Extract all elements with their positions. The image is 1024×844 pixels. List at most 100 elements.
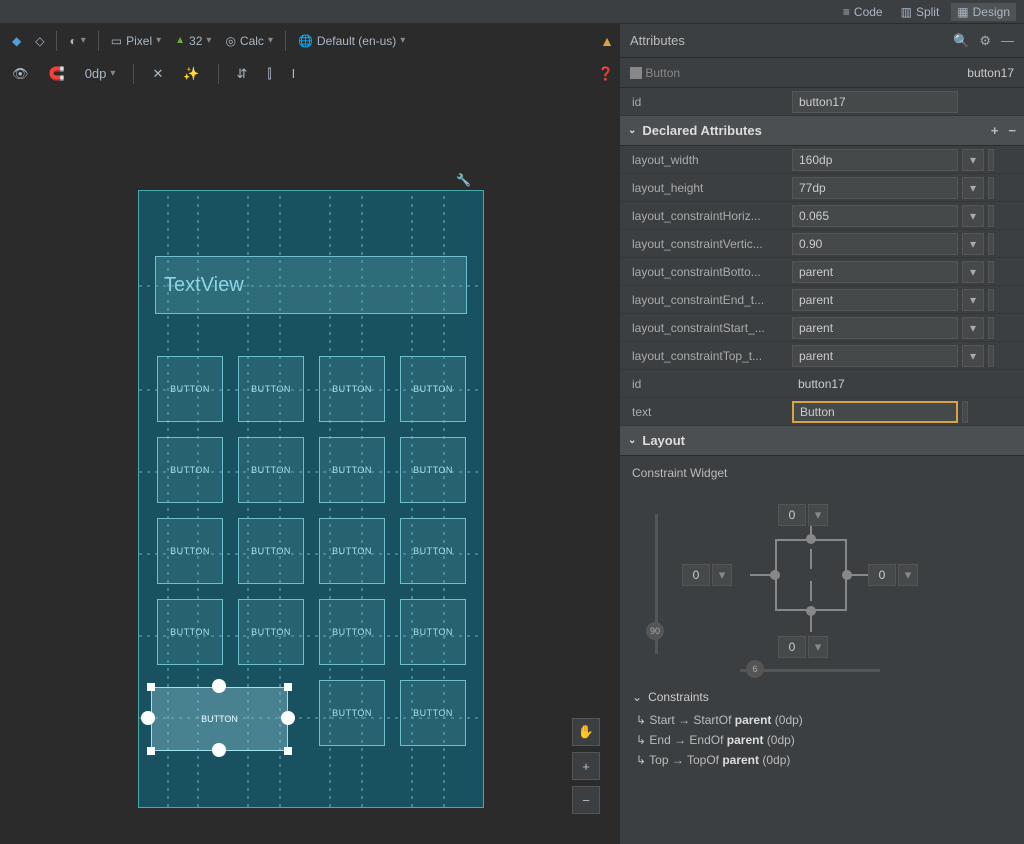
button-widget[interactable]: BUTTON: [400, 599, 466, 665]
dropdown-icon[interactable]: ▾: [962, 233, 984, 255]
attr-label: layout_constraintHoriz...: [632, 209, 792, 223]
design-toolbar-2: 👁 🧲 0dp ▾ ✕ ✨ ⇵ ⫿ I ❓: [0, 58, 620, 90]
device-dropdown[interactable]: ▭ Pixel ▾: [105, 30, 167, 52]
tab-design[interactable]: ▦ Design: [951, 3, 1016, 21]
attr-label: layout_constraintEnd_t...: [632, 293, 792, 307]
remove-attribute-icon[interactable]: −: [1008, 123, 1016, 138]
button-widget[interactable]: BUTTON: [238, 518, 304, 584]
guidelines-icon[interactable]: I: [286, 62, 302, 85]
infer-constraints-icon[interactable]: ✨: [177, 62, 205, 86]
zoom-out-icon[interactable]: −: [572, 786, 600, 814]
button-widget[interactable]: BUTTON: [319, 437, 385, 503]
chevron-down-icon[interactable]: ▾: [712, 564, 732, 586]
default-margin-dropdown[interactable]: 0dp ▾: [79, 62, 122, 85]
attr-value-input[interactable]: [792, 401, 958, 423]
constraints-subheader[interactable]: ⌄ Constraints: [620, 684, 1024, 710]
attr-flag[interactable]: [988, 177, 994, 199]
layout-section-header[interactable]: ⌄ Layout: [620, 426, 1024, 456]
button-widget[interactable]: BUTTON: [238, 437, 304, 503]
locale-dropdown[interactable]: 🌐 Default (en-us) ▾: [292, 30, 411, 52]
attr-flag[interactable]: [988, 233, 994, 255]
magnet-icon[interactable]: 🧲: [43, 62, 71, 86]
constraint-item[interactable]: ↳ Top → TopOf parent (0dp): [620, 750, 1024, 770]
button-widget[interactable]: BUTTON: [157, 599, 223, 665]
button-widget[interactable]: BUTTON: [400, 437, 466, 503]
selected-button-widget[interactable]: BUTTON: [151, 687, 288, 751]
clear-constraints-icon[interactable]: ✕: [146, 62, 169, 86]
visibility-icon[interactable]: 👁: [6, 62, 35, 86]
margin-left[interactable]: ▾: [682, 564, 732, 586]
button-widget[interactable]: BUTTON: [319, 599, 385, 665]
button-widget[interactable]: BUTTON: [400, 680, 466, 746]
constraint-item[interactable]: ↳ End → EndOf parent (0dp): [620, 730, 1024, 750]
dropdown-icon[interactable]: ▾: [962, 289, 984, 311]
constraint-item[interactable]: ↳ Start → StartOf parent (0dp): [620, 710, 1024, 730]
dropdown-icon[interactable]: ▾: [962, 345, 984, 367]
theme-dropdown[interactable]: ◎ Calc ▾: [219, 30, 279, 52]
constraint-widget[interactable]: 90 6: [620, 484, 1024, 684]
zoom-in-icon[interactable]: +: [572, 752, 600, 780]
warnings-icon[interactable]: ▲: [600, 33, 614, 49]
api-dropdown[interactable]: ▲ 32 ▾: [169, 30, 217, 52]
attr-flag[interactable]: [988, 261, 994, 283]
canvas-body[interactable]: 🔧 TextView: [0, 90, 620, 844]
button-widget[interactable]: BUTTON: [400, 518, 466, 584]
attr-value-input[interactable]: [792, 317, 958, 339]
pack-icon[interactable]: ⫿: [261, 62, 277, 86]
attr-value-input[interactable]: [792, 345, 958, 367]
button-widget[interactable]: BUTTON: [238, 599, 304, 665]
attr-flag[interactable]: [962, 401, 968, 423]
minimize-icon[interactable]: —: [1001, 33, 1014, 49]
dropdown-icon[interactable]: ▾: [962, 149, 984, 171]
declared-attributes-header[interactable]: ⌄ Declared Attributes + −: [620, 116, 1024, 146]
search-icon[interactable]: 🔍: [953, 33, 969, 49]
vertical-bias-value[interactable]: 90: [646, 622, 664, 640]
night-mode-icon[interactable]: ◐▾: [63, 30, 91, 52]
attr-value-input[interactable]: [792, 149, 958, 171]
design-surface-icon[interactable]: ◆: [6, 30, 27, 52]
button-widget[interactable]: BUTTON: [400, 356, 466, 422]
attr-flag[interactable]: [988, 149, 994, 171]
attr-flag[interactable]: [988, 205, 994, 227]
attr-value-input[interactable]: [792, 261, 958, 283]
button-widget[interactable]: BUTTON: [319, 518, 385, 584]
id-input[interactable]: [792, 91, 958, 113]
chevron-down-icon[interactable]: ▾: [808, 504, 828, 526]
button-widget[interactable]: BUTTON: [157, 518, 223, 584]
button-widget[interactable]: BUTTON: [238, 356, 304, 422]
attr-value-input[interactable]: [792, 205, 958, 227]
attr-flag[interactable]: [988, 289, 994, 311]
button-widget[interactable]: BUTTON: [157, 356, 223, 422]
attributes-body[interactable]: id ⌄ Declared Attributes + − layout_widt…: [620, 88, 1024, 844]
tools-icon[interactable]: 🔧: [456, 173, 471, 187]
dropdown-icon[interactable]: ▾: [962, 317, 984, 339]
add-attribute-icon[interactable]: +: [991, 123, 999, 138]
tab-split[interactable]: ▥ Split: [895, 3, 946, 21]
margin-top[interactable]: ▾: [778, 504, 828, 526]
pan-icon[interactable]: ✋: [572, 718, 600, 746]
attr-value-input[interactable]: [792, 289, 958, 311]
dropdown-icon[interactable]: ▾: [962, 205, 984, 227]
help-icon[interactable]: ❓: [598, 66, 614, 82]
button-widget[interactable]: BUTTON: [319, 356, 385, 422]
margin-right[interactable]: ▾: [868, 564, 918, 586]
chevron-down-icon[interactable]: ▾: [898, 564, 918, 586]
dropdown-icon[interactable]: ▾: [962, 261, 984, 283]
align-icon[interactable]: ⇵: [231, 62, 254, 86]
button-widget[interactable]: BUTTON: [157, 437, 223, 503]
tab-code[interactable]: ≡ Code: [837, 3, 889, 21]
device-preview[interactable]: 🔧 TextView: [138, 190, 484, 808]
attr-value-input[interactable]: [792, 177, 958, 199]
settings-icon[interactable]: ⚙: [979, 33, 991, 49]
horizontal-bias-value[interactable]: 6: [746, 660, 764, 678]
dropdown-icon[interactable]: ▾: [962, 177, 984, 199]
chevron-down-icon[interactable]: ▾: [808, 636, 828, 658]
attr-flag[interactable]: [988, 345, 994, 367]
button-widget[interactable]: BUTTON: [319, 680, 385, 746]
orientation-icon[interactable]: ◇: [29, 30, 50, 52]
textview-widget[interactable]: TextView: [155, 256, 467, 314]
margin-bottom[interactable]: ▾: [778, 636, 828, 658]
attr-value-input[interactable]: [792, 233, 958, 255]
attr-flag[interactable]: [988, 317, 994, 339]
constraint-box[interactable]: [775, 539, 847, 611]
